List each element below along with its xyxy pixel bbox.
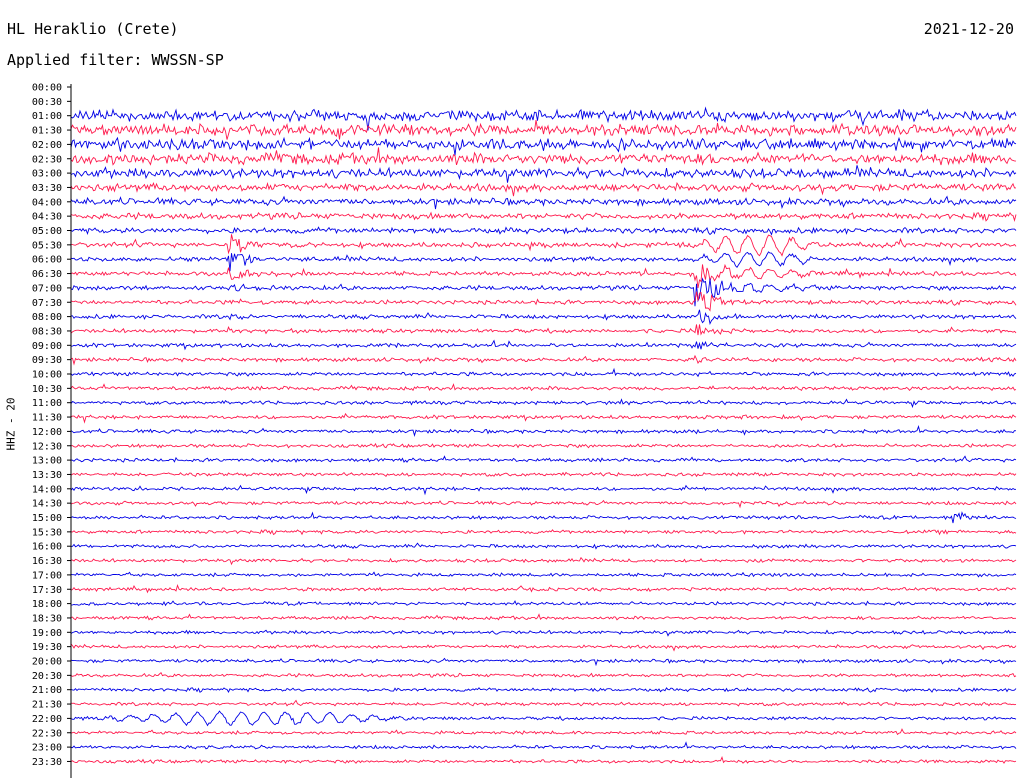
trace-row-2300 [70, 741, 1017, 750]
trace-row-1130 [70, 412, 1017, 424]
row-label: 12:00 [32, 427, 62, 438]
trace-group [70, 106, 1017, 764]
row-label: 11:00 [32, 398, 62, 409]
row-label: 10:30 [32, 384, 62, 395]
trace-row-0300 [70, 165, 1017, 183]
row-label: 12:30 [32, 441, 62, 452]
row-label: 19:30 [32, 642, 62, 653]
row-label: 14:00 [32, 484, 62, 495]
trace-row-1430 [70, 499, 1017, 509]
row-label: 01:30 [32, 126, 62, 137]
trace-row-2330 [70, 755, 1017, 764]
row-label: 16:00 [32, 542, 62, 553]
row-label: 00:00 [32, 83, 62, 94]
row-label: 10:00 [32, 370, 62, 381]
row-label: 13:00 [32, 456, 62, 467]
row-label: 05:30 [32, 240, 62, 251]
row-label: 06:30 [32, 269, 62, 280]
trace-row-0830 [70, 324, 1017, 336]
row-label: 21:00 [32, 685, 62, 696]
trace-row-1800 [70, 600, 1017, 607]
row-label: 22:30 [32, 728, 62, 739]
row-label: 21:30 [32, 700, 62, 711]
trace-row-1830 [70, 613, 1016, 621]
trace-row-1400 [70, 484, 1017, 496]
row-label: 02:30 [32, 154, 62, 165]
row-label: 00:30 [32, 97, 62, 108]
row-label: 08:00 [32, 312, 62, 323]
trace-row-1700 [70, 571, 1017, 578]
trace-row-2230 [70, 728, 1017, 736]
row-label: 23:00 [32, 743, 62, 754]
row-label: 06:00 [32, 255, 62, 266]
trace-row-0730 [70, 291, 1017, 312]
row-label: 09:00 [32, 341, 62, 352]
row-label: 15:30 [32, 527, 62, 538]
trace-row-0900 [70, 339, 1017, 351]
row-label: 02:00 [32, 140, 62, 151]
row-label: 07:00 [32, 283, 62, 294]
row-label: 03:30 [32, 183, 62, 194]
row-label: 03:00 [32, 169, 62, 180]
row-label: 15:00 [32, 513, 62, 524]
row-label: 11:30 [32, 413, 62, 424]
trace-row-0630 [70, 263, 1017, 289]
trace-row-2200 [70, 710, 1017, 727]
row-label: 20:30 [32, 671, 62, 682]
row-label: 17:30 [32, 585, 62, 596]
row-label: 13:30 [32, 470, 62, 481]
trace-row-1330 [70, 471, 1017, 478]
row-label: 17:00 [32, 570, 62, 581]
row-label: 18:00 [32, 599, 62, 610]
row-label: 05:00 [32, 226, 62, 237]
trace-row-0800 [70, 309, 1017, 326]
trace-row-0430 [70, 211, 1017, 222]
trace-row-0930 [70, 354, 1017, 366]
row-label: 20:00 [32, 657, 62, 668]
trace-row-0500 [70, 226, 1017, 236]
trace-row-1530 [70, 529, 1017, 536]
trace-row-2000 [70, 657, 1017, 667]
trace-row-2030 [70, 671, 1017, 678]
row-label: 04:00 [32, 197, 62, 208]
trace-row-1930 [70, 643, 1017, 652]
row-label: 09:30 [32, 355, 62, 366]
trace-row-0130 [70, 119, 1017, 140]
trace-row-0600 [70, 251, 1017, 272]
trace-row-1300 [70, 455, 1017, 463]
row-label: 22:00 [32, 714, 62, 725]
trace-row-1030 [70, 383, 1017, 392]
trace-row-0330 [70, 181, 1016, 197]
trace-row-1630 [70, 556, 1017, 566]
trace-row-1200 [70, 424, 1017, 438]
time-axis: 00:00 00:30 01:00 01:30 02:00 02:30 03:00 03:30… [32, 83, 72, 778]
row-label: 07:30 [32, 298, 62, 309]
row-label: 04:30 [32, 212, 62, 223]
helicorder-plot: 00:00 00:30 01:00 01:30 02:00 02:30 03:00 03:30… [32, 83, 1017, 778]
trace-row-1100 [70, 398, 1017, 409]
trace-row-1000 [70, 367, 1017, 378]
trace-row-0400 [70, 195, 1017, 210]
trace-row-1600 [70, 542, 1017, 550]
trace-row-1900 [70, 629, 1017, 637]
trace-row-1730 [70, 583, 1017, 594]
trace-row-1230 [70, 442, 1017, 449]
row-label: 01:00 [32, 111, 62, 122]
row-label: 23:30 [32, 757, 62, 768]
trace-row-2130 [70, 699, 1017, 707]
row-label: 08:30 [32, 326, 62, 337]
trace-row-0530 [71, 234, 1017, 257]
row-label: 18:30 [32, 613, 62, 624]
row-label: 16:30 [32, 556, 62, 567]
row-label: 14:30 [32, 499, 62, 510]
trace-row-2100 [70, 687, 1017, 693]
trace-row-1500 [70, 511, 1017, 524]
trace-row-0200 [70, 136, 1017, 156]
row-label: 19:00 [32, 628, 62, 639]
